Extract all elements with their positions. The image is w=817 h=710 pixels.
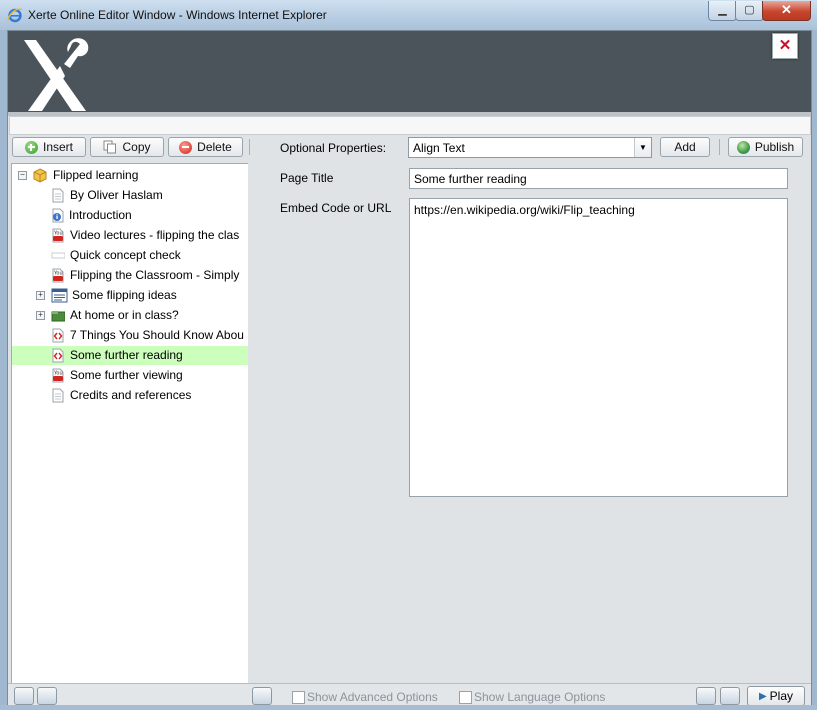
settings-button[interactable] xyxy=(252,687,272,705)
tree-item-label: Video lectures - flipping the clas xyxy=(70,228,240,242)
tree-item-some-flipping-ideas[interactable]: + Some flipping ideas xyxy=(12,286,248,305)
insert-button[interactable]: Insert xyxy=(12,137,86,157)
tree-item-selected[interactable]: Some further reading xyxy=(12,346,248,365)
collapse-icon[interactable]: − xyxy=(18,171,27,180)
tree-item[interactable]: Quick concept check xyxy=(12,246,248,265)
youtube-icon: You xyxy=(52,368,64,383)
tree-item[interactable]: Introduction xyxy=(12,206,248,225)
copy-button[interactable]: Copy xyxy=(90,137,164,157)
tree-item[interactable]: By Oliver Haslam xyxy=(12,186,248,205)
tree-item[interactable]: You Some further viewing xyxy=(12,366,248,385)
minimize-button[interactable]: ▁ xyxy=(708,1,737,21)
show-advanced-label: Show Advanced Options xyxy=(307,690,438,704)
embed-code-textarea[interactable]: https://en.wikipedia.org/wiki/Flip_teach… xyxy=(409,198,788,497)
maximize-icon: ▢ xyxy=(744,4,755,16)
expand-icon[interactable]: + xyxy=(36,311,45,320)
play-icon: ▶ xyxy=(758,690,767,702)
close-icon: ✕ xyxy=(781,2,792,17)
svg-text:You: You xyxy=(53,231,63,237)
svg-text:You: You xyxy=(53,371,63,377)
xerte-wrench-logo xyxy=(24,38,89,111)
show-language-label: Show Language Options xyxy=(474,690,606,704)
toolbar-separator xyxy=(249,139,250,155)
tree-item-label: Introduction xyxy=(69,208,132,222)
show-language-checkbox[interactable] xyxy=(459,691,472,704)
optional-properties-value: Align Text xyxy=(413,141,465,155)
optional-properties-select[interactable]: Align Text ▼ xyxy=(408,137,652,158)
tree-item[interactable]: Credits and references xyxy=(12,386,248,405)
tree-root-label: Flipped learning xyxy=(53,168,139,182)
play-label: Play xyxy=(769,689,794,703)
play-button[interactable]: ▶ Play xyxy=(747,686,805,706)
editor-frame: ✕ Insert Copy Delete Optional Properties… xyxy=(7,30,812,707)
tree-item[interactable]: You Flipping the Classroom - Simply xyxy=(12,266,248,285)
move-down-button[interactable] xyxy=(37,687,57,705)
tree-item-label: Quick concept check xyxy=(70,248,181,262)
page-icon xyxy=(52,388,64,403)
tree-item-at-home-or-in-class[interactable]: + At home or in class? xyxy=(12,306,248,325)
window-title: Xerte Online Editor Window - Windows Int… xyxy=(28,8,327,22)
editor-close-button[interactable]: ✕ xyxy=(772,33,798,59)
tree-item-label: Some further viewing xyxy=(70,368,183,382)
youtube-icon: You xyxy=(52,228,64,243)
package-icon xyxy=(33,168,47,183)
tree-item-label: Credits and references xyxy=(70,388,192,402)
tree-item-label: Flipping the Classroom - Simply xyxy=(70,268,240,282)
youtube-icon: You xyxy=(52,268,64,283)
page-icon xyxy=(52,188,64,203)
tree-item-label: By Oliver Haslam xyxy=(70,188,163,202)
tree-item-label: Some flipping ideas xyxy=(72,288,177,302)
page-title-input[interactable]: Some further reading xyxy=(409,168,788,189)
copy-label: Copy xyxy=(122,140,151,154)
publish-label: Publish xyxy=(754,140,795,154)
tree-item[interactable]: You Video lectures - flipping the clas xyxy=(12,226,248,245)
folder-icon xyxy=(51,311,65,322)
add-label: Add xyxy=(674,140,696,154)
info-icon xyxy=(52,208,64,223)
info-bar xyxy=(9,116,811,135)
copy-icon xyxy=(103,140,117,154)
delete-button[interactable]: Delete xyxy=(168,137,243,157)
embed-code-label: Embed Code or URL xyxy=(280,201,392,215)
tree-root-flipped-learning[interactable]: − Flipped learning xyxy=(12,166,248,185)
page-title-label: Page Title xyxy=(280,171,334,185)
optional-properties-label: Optional Properties: xyxy=(280,141,387,155)
dropdown-arrow-icon[interactable]: ▼ xyxy=(634,138,651,157)
close-icon: ✕ xyxy=(778,37,792,54)
delete-label: Delete xyxy=(197,140,232,154)
internet-explorer-icon xyxy=(7,8,23,23)
move-up-button[interactable] xyxy=(14,687,34,705)
insert-label: Insert xyxy=(42,140,73,154)
expand-icon[interactable]: + xyxy=(36,291,45,300)
next-button[interactable] xyxy=(720,687,740,705)
window-bottom-edge xyxy=(0,705,817,710)
minus-circle-icon xyxy=(179,140,193,154)
embed-icon xyxy=(52,328,64,343)
page-tree[interactable]: − Flipped learning By Oliver Haslam Intr… xyxy=(11,163,249,685)
plus-circle-icon xyxy=(24,140,38,154)
globe-icon xyxy=(736,140,750,154)
editor-banner xyxy=(8,31,811,112)
publish-button[interactable]: Publish xyxy=(728,137,803,157)
tree-item-label: At home or in class? xyxy=(70,308,179,322)
tree-item-label: Some further reading xyxy=(70,348,183,362)
svg-text:You: You xyxy=(53,271,63,277)
tree-item-label: 7 Things You Should Know Abou xyxy=(70,328,244,342)
toolbar-separator xyxy=(719,139,720,155)
blank-icon xyxy=(51,252,65,259)
embed-icon xyxy=(52,348,64,363)
previous-button[interactable] xyxy=(696,687,716,705)
minimize-icon: ▁ xyxy=(718,4,727,16)
maximize-button[interactable]: ▢ xyxy=(735,1,764,21)
show-advanced-checkbox[interactable] xyxy=(292,691,305,704)
add-property-button[interactable]: Add xyxy=(660,137,710,157)
window-close-button[interactable]: ✕ xyxy=(762,1,811,21)
tree-item[interactable]: 7 Things You Should Know Abou xyxy=(12,326,248,345)
list-page-icon xyxy=(51,288,68,303)
